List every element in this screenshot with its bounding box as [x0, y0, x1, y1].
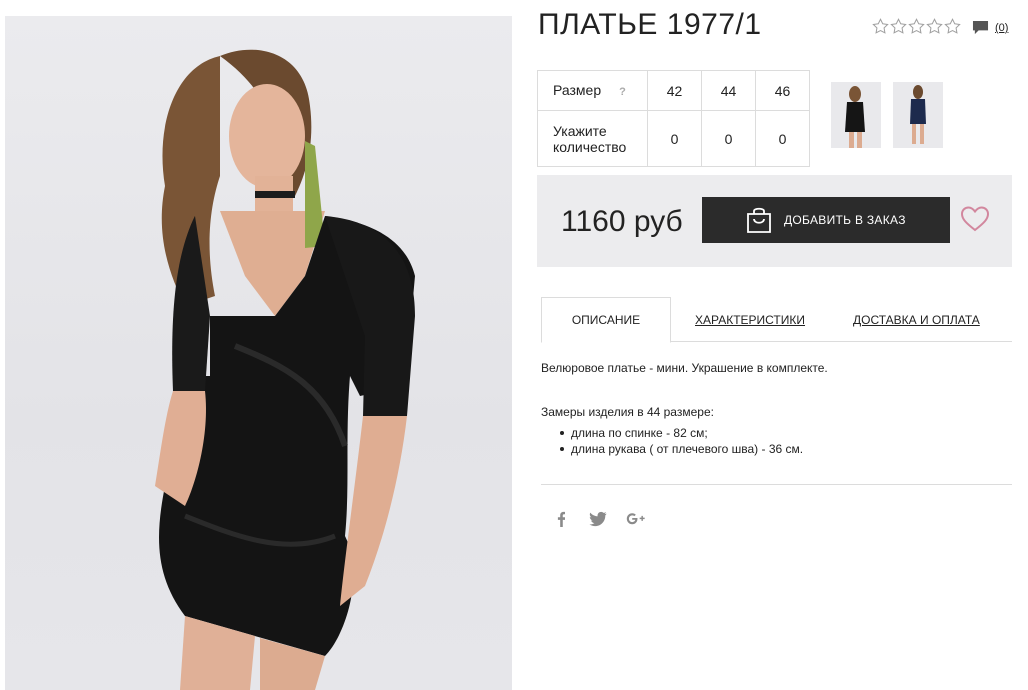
product-thumbnail-navy[interactable]	[893, 82, 943, 148]
star-outline-icon[interactable]	[872, 18, 889, 35]
description-text: Велюровое платье - мини. Украшение в ком…	[541, 361, 828, 375]
tab-characteristics[interactable]: ХАРАКТЕРИСТИКИ	[695, 297, 805, 342]
product-tabs: ОПИСАНИЕ ХАРАКТЕРИСТИКИ ДОСТАВКА И ОПЛАТ…	[541, 297, 1012, 343]
add-to-order-button[interactable]: ДОБАВИТЬ В ЗАКАЗ	[702, 197, 950, 243]
measurements-title: Замеры изделия в 44 размере:	[541, 405, 714, 419]
review-count[interactable]: (0)	[995, 22, 1008, 34]
share-twitter[interactable]	[589, 510, 607, 528]
facebook-icon	[557, 511, 566, 527]
quantity-input-42[interactable]: 0	[647, 110, 702, 167]
product-title: ПЛАТЬЕ 1977/1	[538, 8, 762, 41]
shopping-bag-icon	[747, 207, 771, 233]
star-outline-icon[interactable]	[890, 18, 907, 35]
heart-icon[interactable]	[961, 206, 989, 232]
size-table: Размер? 42 44 46 Укажите количество 0 0 …	[537, 70, 810, 167]
quantity-input-46[interactable]: 0	[755, 110, 810, 167]
size-option-46[interactable]: 46	[755, 70, 810, 111]
share-google-plus[interactable]	[625, 510, 647, 528]
thumbnail-image	[845, 86, 865, 148]
quantity-label-line2: количество	[553, 138, 627, 155]
list-item: длина по спинке - 82 см;	[559, 425, 803, 441]
size-help-icon[interactable]: ?	[619, 86, 626, 98]
star-outline-icon[interactable]	[926, 18, 943, 35]
thumbnail-image	[910, 85, 926, 144]
purchase-panel: 1160 руб ДОБАВИТЬ В ЗАКАЗ	[537, 175, 1012, 267]
tab-delivery-payment[interactable]: ДОСТАВКА И ОПЛАТА	[853, 297, 980, 342]
quantity-label-line1: Укажите	[553, 122, 607, 139]
list-item: длина рукава ( от плечевого шва) - 36 см…	[559, 442, 804, 456]
measurements-list: длина по спинке - 82 см; длина рукава ( …	[559, 425, 804, 457]
product-thumbnail-black[interactable]	[831, 82, 881, 148]
share-facebook[interactable]	[554, 510, 568, 528]
reviews-link[interactable]: (0)	[972, 20, 1008, 36]
twitter-icon	[589, 511, 607, 527]
size-label: Размер	[553, 81, 602, 98]
quantity-input-44[interactable]: 0	[701, 110, 756, 167]
dress-photo-illustration	[155, 49, 415, 690]
product-main-image[interactable]	[5, 16, 512, 690]
size-row: Размер? 42 44 46	[537, 70, 810, 111]
product-price: 1160 руб	[561, 205, 683, 238]
add-to-order-label: ДОБАВИТЬ В ЗАКАЗ	[784, 213, 906, 227]
comment-icon	[972, 20, 989, 35]
size-option-42[interactable]: 42	[647, 70, 702, 111]
divider	[541, 484, 1012, 485]
size-label-cell: Размер?	[537, 70, 648, 111]
quantity-label-cell: Укажите количество	[537, 110, 648, 167]
star-outline-icon[interactable]	[908, 18, 925, 35]
quantity-row: Укажите количество 0 0 0	[537, 110, 810, 167]
star-outline-icon[interactable]	[944, 18, 961, 35]
size-option-44[interactable]: 44	[701, 70, 756, 111]
tab-description[interactable]: ОПИСАНИЕ	[541, 297, 671, 343]
google-plus-icon	[627, 513, 645, 525]
rating-stars[interactable]	[872, 18, 961, 35]
